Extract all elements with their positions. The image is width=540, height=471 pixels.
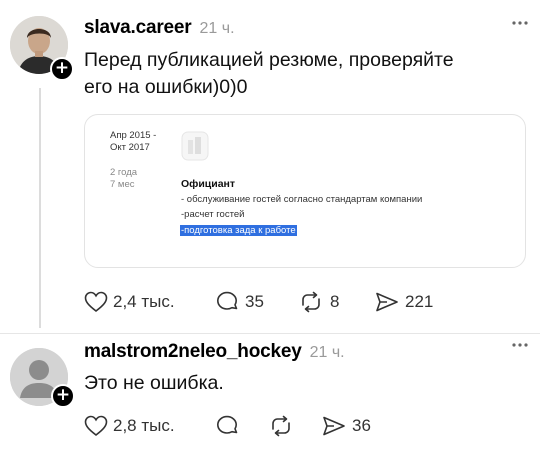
post-text-line: его на ошибки)0)0: [84, 76, 248, 98]
like-count: 2,4 тыс.: [113, 292, 175, 311]
highlighted-job-duty: -подготовка зада к работе: [180, 225, 297, 236]
job-position: Официант: [181, 178, 236, 190]
thread-line: [39, 88, 41, 328]
company-logo-icon: [181, 131, 209, 166]
repost-arrows-icon: [302, 291, 320, 313]
share-count: 221: [405, 292, 434, 311]
post-text: Это не ошибка.: [84, 372, 224, 394]
comment-button[interactable]: [215, 415, 239, 437]
paper-plane-icon: [323, 416, 345, 436]
like-count: 2,8 тыс.: [113, 416, 175, 435]
comment-count: 35: [245, 292, 264, 311]
job-period: Апр 2015 - Окт 2017: [110, 130, 157, 153]
share-count: 36: [352, 416, 371, 435]
more-dots-icon[interactable]: [512, 10, 528, 31]
post-text-line: Перед публикацией резюме, проверяйте: [84, 49, 454, 71]
speech-bubble-icon: [217, 415, 238, 434]
heart-icon: [84, 415, 108, 437]
timestamp[interactable]: 21 ч.: [310, 344, 345, 362]
comment-button[interactable]: 35: [215, 291, 264, 313]
repost-count: 8: [330, 292, 340, 311]
like-button[interactable]: 2,8 тыс.: [84, 415, 175, 437]
like-button[interactable]: 2,4 тыс.: [84, 291, 175, 313]
timestamp[interactable]: 21 ч.: [199, 20, 234, 38]
repost-arrows-icon: [272, 415, 290, 437]
paper-plane-icon: [376, 292, 398, 312]
divider: [0, 333, 540, 334]
follow-plus-icon[interactable]: +: [50, 57, 74, 81]
more-dots-icon[interactable]: [512, 332, 528, 353]
attached-image[interactable]: Апр 2015 - Окт 2017 2 года 7 мес Официан…: [84, 114, 526, 268]
job-duty: - обслуживание гостей согласно стандарта…: [181, 194, 423, 205]
username[interactable]: malstrom2neleo_hockey: [84, 341, 302, 363]
job-duty: -расчет гостей: [181, 209, 245, 220]
repost-button[interactable]: 8: [298, 291, 339, 313]
heart-icon: [84, 291, 108, 313]
repost-button[interactable]: [268, 415, 294, 437]
share-button[interactable]: 221: [375, 291, 433, 313]
follow-plus-icon[interactable]: +: [51, 384, 75, 408]
post-text: Перед публикацией резюме, проверяйте его…: [84, 47, 524, 101]
job-duration: 2 года 7 мес: [110, 167, 138, 190]
username[interactable]: slava.career: [84, 17, 192, 39]
speech-bubble-icon: [217, 291, 238, 310]
share-button[interactable]: 36: [322, 415, 371, 437]
